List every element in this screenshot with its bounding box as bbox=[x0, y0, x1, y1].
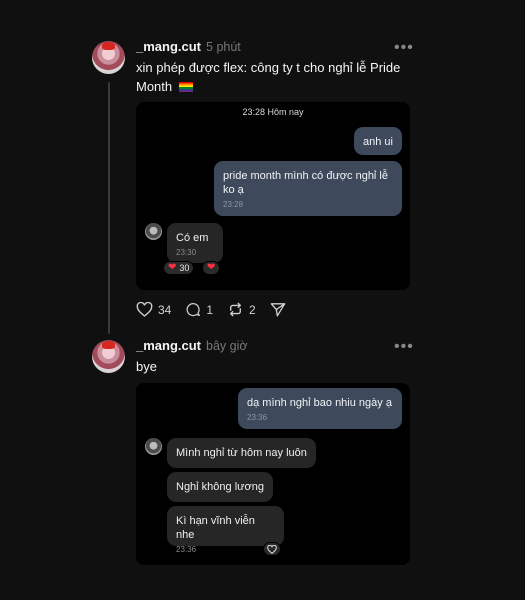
reaction-badge: ❤ 30 bbox=[163, 261, 195, 275]
message-time: 23:36 bbox=[247, 413, 268, 422]
message-bubble: pride month mình có được nghỉ lễ ko ạ 23… bbox=[214, 161, 402, 216]
comment-icon bbox=[186, 303, 201, 317]
message-time: 23:30 bbox=[176, 248, 197, 257]
chat-screenshot[interactable]: 23:28 Hôm nay anh ui pride month mình có… bbox=[136, 102, 410, 290]
share-button[interactable] bbox=[270, 302, 286, 317]
heart-icon bbox=[136, 302, 153, 317]
sender-avatar bbox=[145, 438, 162, 455]
repost-button[interactable]: 2 bbox=[227, 302, 256, 317]
more-options-icon[interactable]: ••• bbox=[394, 339, 414, 355]
repost-icon bbox=[230, 302, 242, 317]
post-time: bây giờ bbox=[206, 339, 248, 353]
message-time: 23:36 bbox=[176, 545, 197, 554]
like-count: 34 bbox=[158, 302, 172, 317]
post-actions: 34 1 2 bbox=[136, 302, 300, 317]
heart-icon: ❤ bbox=[168, 262, 177, 273]
like-button[interactable]: 34 bbox=[136, 302, 171, 317]
message-bubble: dạ mình nghỉ bao nhiu ngày ạ 23:36 bbox=[238, 388, 402, 429]
reaction-count: 30 bbox=[179, 263, 190, 273]
heart-outline-icon bbox=[267, 544, 277, 554]
message-text: dạ mình nghỉ bao nhiu ngày ạ bbox=[247, 397, 392, 409]
avatar[interactable] bbox=[92, 41, 125, 74]
thread-line bbox=[108, 82, 110, 334]
reply-button[interactable]: 1 bbox=[185, 302, 213, 317]
chat-timestamp: 23:28 Hôm nay bbox=[242, 107, 304, 117]
message-bubble: Nghỉ không lương bbox=[167, 472, 273, 502]
post-caption: xin phép được flex: công ty t cho nghỉ l… bbox=[136, 60, 401, 94]
message-bubble: anh ui bbox=[354, 127, 402, 155]
reaction-badge bbox=[263, 542, 281, 556]
message-text: Có em bbox=[176, 232, 209, 244]
message-bubble: Kì hạn vĩnh viễn nhe 23:36 bbox=[167, 506, 284, 554]
sender-avatar bbox=[145, 223, 162, 240]
more-options-icon[interactable]: ••• bbox=[394, 40, 414, 56]
reply-count: 1 bbox=[206, 302, 214, 317]
message-time: 23:28 bbox=[223, 200, 244, 209]
send-icon bbox=[270, 303, 286, 317]
repost-count: 2 bbox=[249, 302, 256, 317]
rainbow-flag-icon bbox=[178, 82, 193, 92]
message-text: Mình nghỉ từ hôm nay luôn bbox=[176, 447, 307, 459]
message-text: Kì hạn vĩnh viễn nhe bbox=[176, 515, 255, 541]
username[interactable]: _mang.cut bbox=[136, 39, 201, 54]
message-text: pride month mình có được nghỉ lễ ko ạ bbox=[223, 170, 388, 196]
reaction-badge: ❤ bbox=[202, 261, 221, 275]
post-caption: bye bbox=[136, 359, 157, 374]
chat-screenshot[interactable]: dạ mình nghỉ bao nhiu ngày ạ 23:36 Mình … bbox=[136, 383, 410, 565]
post-header: _mang.cut bây giờ bbox=[136, 338, 248, 353]
message-bubble: Mình nghỉ từ hôm nay luôn bbox=[167, 438, 316, 468]
avatar[interactable] bbox=[92, 340, 125, 373]
post-time: 5 phút bbox=[206, 40, 241, 54]
message-text: Nghỉ không lương bbox=[176, 481, 264, 493]
username[interactable]: _mang.cut bbox=[136, 338, 201, 353]
heart-icon: ❤ bbox=[207, 262, 216, 273]
message-bubble: Có em 23:30 bbox=[167, 223, 223, 263]
message-text: anh ui bbox=[363, 136, 393, 148]
post-header: _mang.cut 5 phút bbox=[136, 39, 241, 54]
